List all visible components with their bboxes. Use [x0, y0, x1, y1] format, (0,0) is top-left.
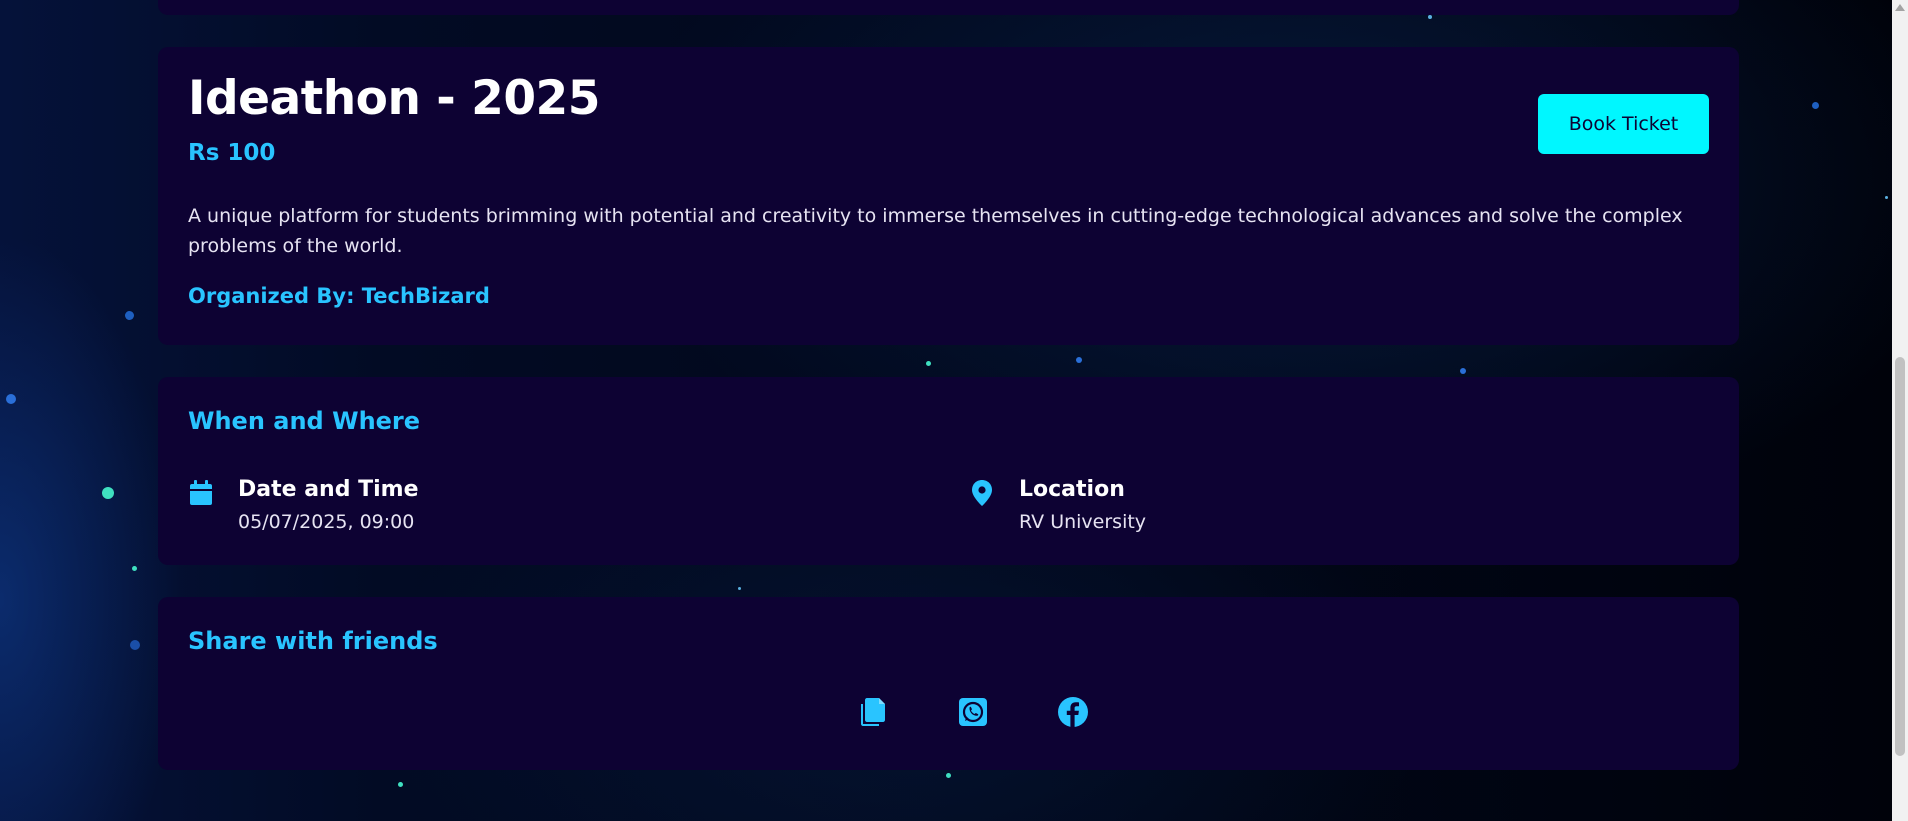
when-where-card: When and Where Date and Time 05/07/2025,…	[158, 377, 1739, 565]
event-price: Rs 100	[188, 140, 276, 166]
copy-icon[interactable]	[855, 694, 891, 730]
share-title: Share with friends	[188, 627, 438, 655]
background-particle	[6, 394, 16, 404]
share-icons-row	[158, 694, 1739, 730]
background-particle	[1460, 368, 1466, 374]
background-particle	[130, 640, 140, 650]
background-particle	[132, 566, 137, 571]
location-value: RV University	[1019, 511, 1147, 533]
calendar-icon	[188, 479, 214, 507]
background-particle	[1428, 15, 1432, 19]
background-particle	[1885, 196, 1888, 199]
background-particle	[1076, 357, 1082, 363]
background-particle	[738, 587, 741, 590]
facebook-icon[interactable]	[1055, 694, 1091, 730]
background-particle	[125, 311, 134, 320]
book-ticket-button[interactable]: Book Ticket	[1538, 94, 1709, 154]
when-where-title: When and Where	[188, 407, 421, 435]
event-organizer: Organized By: TechBizard	[188, 284, 490, 308]
scroll-up-arrow-icon[interactable]	[1895, 4, 1905, 11]
background-particle	[102, 487, 114, 499]
previous-card	[158, 0, 1739, 15]
background-particle	[1812, 102, 1819, 109]
whatsapp-icon[interactable]	[955, 694, 991, 730]
background-particle	[946, 773, 951, 778]
scrollbar-thumb[interactable]	[1895, 357, 1905, 756]
location-label: Location	[1019, 477, 1125, 502]
event-card: Ideathon - 2025 Rs 100 Book Ticket A uni…	[158, 47, 1739, 345]
event-title: Ideathon - 2025	[188, 71, 600, 126]
date-time-value: 05/07/2025, 09:00	[238, 511, 415, 533]
event-description: A unique platform for students brimming …	[188, 205, 1683, 257]
map-pin-icon	[969, 479, 995, 507]
date-time-label: Date and Time	[238, 477, 419, 502]
background-particle	[398, 782, 403, 787]
background-particle	[926, 361, 931, 366]
page-scrollbar[interactable]	[1892, 0, 1908, 821]
share-card: Share with friends	[158, 597, 1739, 770]
